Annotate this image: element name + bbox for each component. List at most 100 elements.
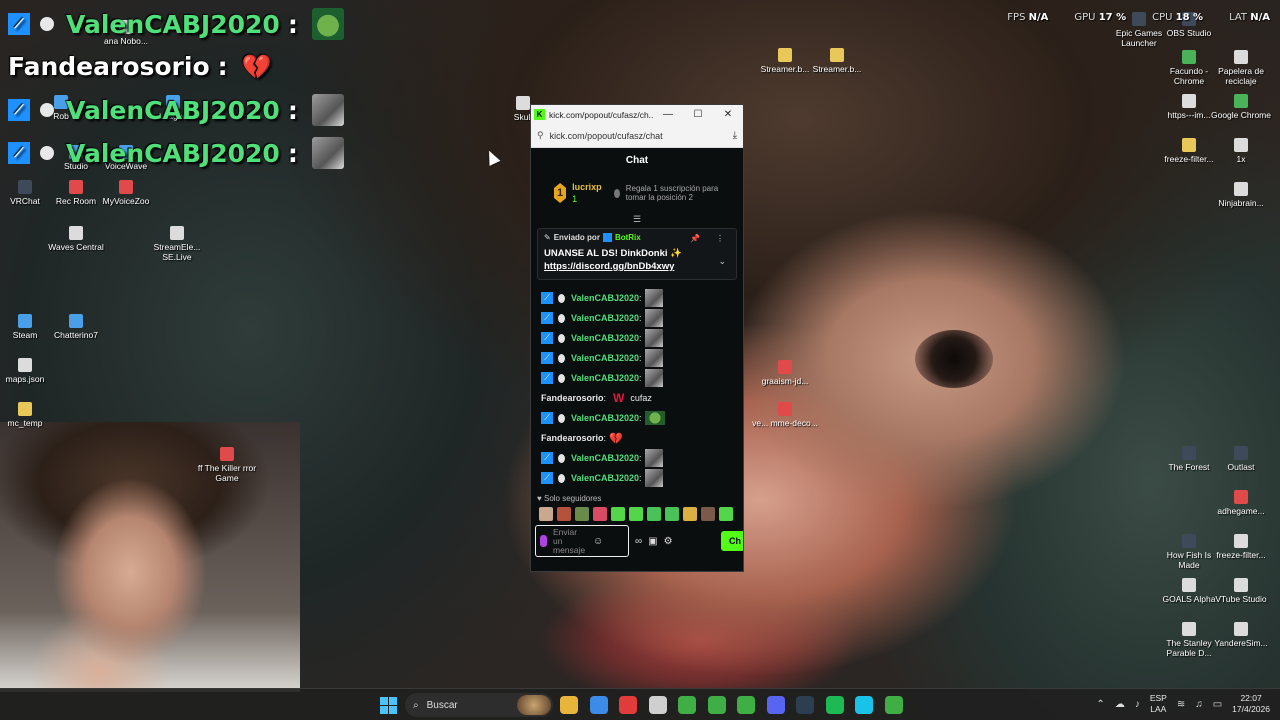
taskbar-app-icon[interactable] <box>855 696 873 714</box>
taskbar-app-icon[interactable] <box>884 696 903 714</box>
chat-username[interactable]: ValenCABJ2020 <box>571 413 639 423</box>
download-icon[interactable]: ⤓ <box>733 130 737 141</box>
chat-message[interactable]: ⟋ ValenCABJ2020: <box>541 308 743 328</box>
emote-icon[interactable] <box>611 507 625 521</box>
more-options-icon[interactable]: ⋮ <box>716 234 724 243</box>
taskbar-app-icon[interactable] <box>619 696 637 714</box>
taskbar-app-icon[interactable] <box>825 696 844 714</box>
emote-icon[interactable] <box>539 507 553 521</box>
points-icon[interactable]: ∞ <box>635 536 642 547</box>
chat-username[interactable]: ValenCABJ2020 <box>571 353 639 363</box>
desktop-icon[interactable]: Papelera de reciclaje <box>1208 50 1274 86</box>
emoji-icon[interactable]: ☺ <box>593 536 603 547</box>
window-titlebar[interactable]: K kick.com/popout/cufasz/ch... — ☐ ✕ <box>531 105 743 124</box>
emote-icon[interactable] <box>665 507 679 521</box>
chat-message[interactable]: ⟋ ValenCABJ2020: <box>541 448 743 468</box>
chat-input[interactable]: Enviar un mensaje ☺ <box>535 525 629 557</box>
desktop-icon[interactable]: freeze-filter... <box>1208 534 1274 560</box>
chat-popout-window[interactable]: K kick.com/popout/cufasz/ch... — ☐ ✕ ⚲ k… <box>530 104 744 572</box>
desktop-icon[interactable]: 1x <box>1208 138 1274 164</box>
emote-icon[interactable] <box>557 507 571 521</box>
chat-username[interactable]: Fandearosorio <box>541 433 604 443</box>
clock[interactable]: 22:07 17/4/2026 <box>1232 693 1270 715</box>
desktop-icon[interactable]: YandereSim... <box>1208 622 1274 648</box>
send-chat-button[interactable]: Ch <box>721 531 743 551</box>
desktop-icon[interactable]: Ninjabrain... <box>1208 182 1274 208</box>
taskbar-app-icon[interactable] <box>766 696 785 714</box>
mic-tray-icon[interactable]: ♪ <box>1135 699 1140 710</box>
chat-username[interactable]: ValenCABJ2020 <box>571 373 639 383</box>
unpin-icon[interactable]: 📌 <box>690 234 700 243</box>
desktop-icon[interactable]: mc_temp <box>0 402 58 428</box>
desktop-icon[interactable]: ff The Killer rror Game <box>194 447 260 483</box>
taskbar-app-icon[interactable] <box>589 696 608 714</box>
chat-username[interactable]: ValenCABJ2020 <box>571 293 639 303</box>
emote-icon[interactable] <box>701 507 715 521</box>
url-field[interactable]: kick.com/popout/cufasz/chat <box>550 131 733 141</box>
desktop-icon[interactable]: maps.json <box>0 358 58 384</box>
desktop-icon[interactable]: ve... mme-deco... <box>752 402 818 428</box>
emote-icon[interactable] <box>683 507 697 521</box>
desktop-icon[interactable]: Waves Central <box>43 226 109 252</box>
taskbar-search[interactable]: ⌕ Buscar <box>405 693 553 717</box>
cloud-icon[interactable]: ☁ <box>1115 699 1125 710</box>
chat-message[interactable]: ⟋ ValenCABJ2020: <box>541 288 743 308</box>
minimize-button[interactable]: — <box>653 109 683 120</box>
desktop-icon[interactable]: Streamer.b... <box>804 48 870 74</box>
emote-icon[interactable] <box>647 507 661 521</box>
taskbar-app-icon[interactable] <box>678 696 696 714</box>
desktop-icon[interactable]: graaism-jd... <box>752 360 818 386</box>
chat-message[interactable]: ⟋ ValenCABJ2020: <box>541 468 743 488</box>
battery-icon[interactable]: ▭ <box>1213 699 1222 710</box>
desktop-icon[interactable]: Outlast <box>1208 446 1274 472</box>
pinned-author[interactable]: BotRix <box>615 233 641 242</box>
chat-username[interactable]: ValenCABJ2020 <box>571 453 639 463</box>
emote-icon[interactable] <box>629 507 643 521</box>
desktop-icon[interactable]: StreamEle... SE.Live <box>144 226 210 262</box>
volume-icon[interactable]: ♫ <box>1195 699 1203 710</box>
taskbar-app-icon[interactable] <box>796 696 814 714</box>
chevron-down-icon[interactable]: ⌄ <box>718 256 726 267</box>
settings-gear-icon[interactable]: ⚙ <box>664 536 673 547</box>
taskbar-app-icon[interactable] <box>560 696 578 714</box>
chevron-up-icon[interactable]: ⌃ <box>1096 699 1104 710</box>
maximize-button[interactable]: ☐ <box>683 109 713 120</box>
pinned-message[interactable]: ✎ Enviado por BotRix 📌 ⋮ UNANSE AL DS! D… <box>537 228 737 280</box>
site-settings-icon[interactable]: ⚲ <box>537 130 544 141</box>
chat-message[interactable]: ⟋ ValenCABJ2020: <box>541 328 743 348</box>
mic-icon[interactable] <box>540 535 547 547</box>
chat-message[interactable]: Fandearosorio: Wcufaz <box>541 388 743 408</box>
emote-icon[interactable] <box>593 507 607 521</box>
pinned-link[interactable]: https://discord.gg/bnDb4xwy <box>544 261 730 272</box>
leader-username[interactable]: lucrixp <box>572 181 602 193</box>
address-bar[interactable]: ⚲ kick.com/popout/cufasz/chat ⤓ <box>531 124 743 148</box>
chat-message-list[interactable]: ⟋ ValenCABJ2020: ⟋ ValenCABJ2020: ⟋ ValenCABJ… <box>531 280 743 488</box>
chat-username[interactable]: ValenCABJ2020 <box>571 313 639 323</box>
chat-message[interactable]: ⟋ ValenCABJ2020: <box>541 368 743 388</box>
taskbar-app-icon[interactable] <box>648 696 667 714</box>
emote-icon[interactable] <box>719 507 733 521</box>
taskbar-app-icon[interactable] <box>737 696 755 714</box>
close-button[interactable]: ✕ <box>713 109 743 120</box>
chat-message[interactable]: ⟋ ValenCABJ2020: <box>541 348 743 368</box>
store-icon[interactable]: ▣ <box>648 536 657 547</box>
collapse-handle-icon[interactable]: ☰ <box>531 214 743 224</box>
desktop-icon[interactable]: Google Chrome <box>1208 94 1274 120</box>
chat-message[interactable]: ⟋ ValenCABJ2020: <box>541 408 743 428</box>
app-icon <box>1182 534 1196 548</box>
gift-leaderboard[interactable]: 1 lucrixp 1 Regala 1 suscripción para to… <box>531 172 743 214</box>
taskbar-app-icon[interactable] <box>707 696 726 714</box>
language-indicator[interactable]: ESP LAA <box>1150 693 1167 715</box>
chat-username[interactable]: ValenCABJ2020 <box>571 473 639 483</box>
desktop-icon[interactable]: adhegame... <box>1208 490 1274 516</box>
desktop-icon[interactable]: MyVoiceZoo <box>93 180 159 206</box>
emote-icon[interactable] <box>575 507 589 521</box>
chat-message[interactable]: Fandearosorio: 💔 <box>541 428 743 448</box>
emote-quickbar[interactable] <box>531 503 743 521</box>
start-button[interactable] <box>380 697 397 714</box>
desktop-icon[interactable]: Chatterino7 <box>43 314 109 340</box>
wifi-icon[interactable]: ≋ <box>1177 699 1185 710</box>
chat-username[interactable]: ValenCABJ2020 <box>571 333 639 343</box>
desktop-icon[interactable]: VTube Studio <box>1208 578 1274 604</box>
chat-username[interactable]: Fandearosorio <box>541 393 604 403</box>
